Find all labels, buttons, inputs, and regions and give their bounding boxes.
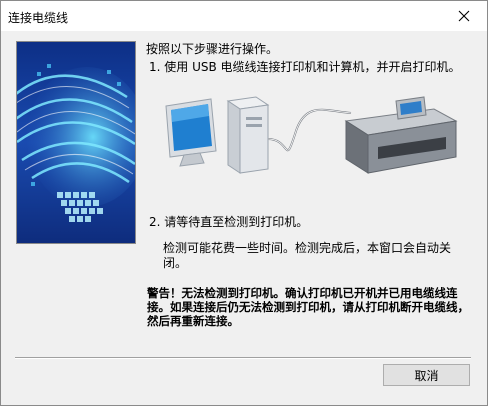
button-separator (15, 357, 471, 359)
title-bar[interactable]: 连接电缆线 (1, 1, 487, 31)
computer-monitor-icon (165, 98, 217, 167)
printer-icon (344, 96, 458, 174)
close-button[interactable] (441, 1, 487, 31)
cancel-button[interactable]: 取消 (383, 364, 470, 386)
close-icon (458, 10, 470, 22)
step-2-text: 2. 请等待直至检测到打印机。 (149, 215, 309, 229)
warning-message: 警告！无法检测到打印机。确认打印机已开机并已用电缆线连接。如果连接后仍无法检测到… (147, 286, 469, 328)
dialog-window: 连接电缆线 按照以下步骤进行操作。 1. 使用 USB 电缆线连接打印机和计算机… (0, 0, 488, 406)
connection-illustration (156, 91, 466, 181)
window-title: 连接电缆线 (8, 11, 69, 25)
instructions-heading: 按照以下步骤进行操作。 (146, 42, 279, 56)
detection-note: 检测可能花费一些时间。检测完成后，本窗口会自动关闭。 (163, 241, 452, 270)
step-1-text: 1. 使用 USB 电缆线连接打印机和计算机，并开启打印机。 (149, 60, 461, 74)
side-banner-image (16, 41, 136, 244)
computer-tower-icon (226, 96, 270, 174)
